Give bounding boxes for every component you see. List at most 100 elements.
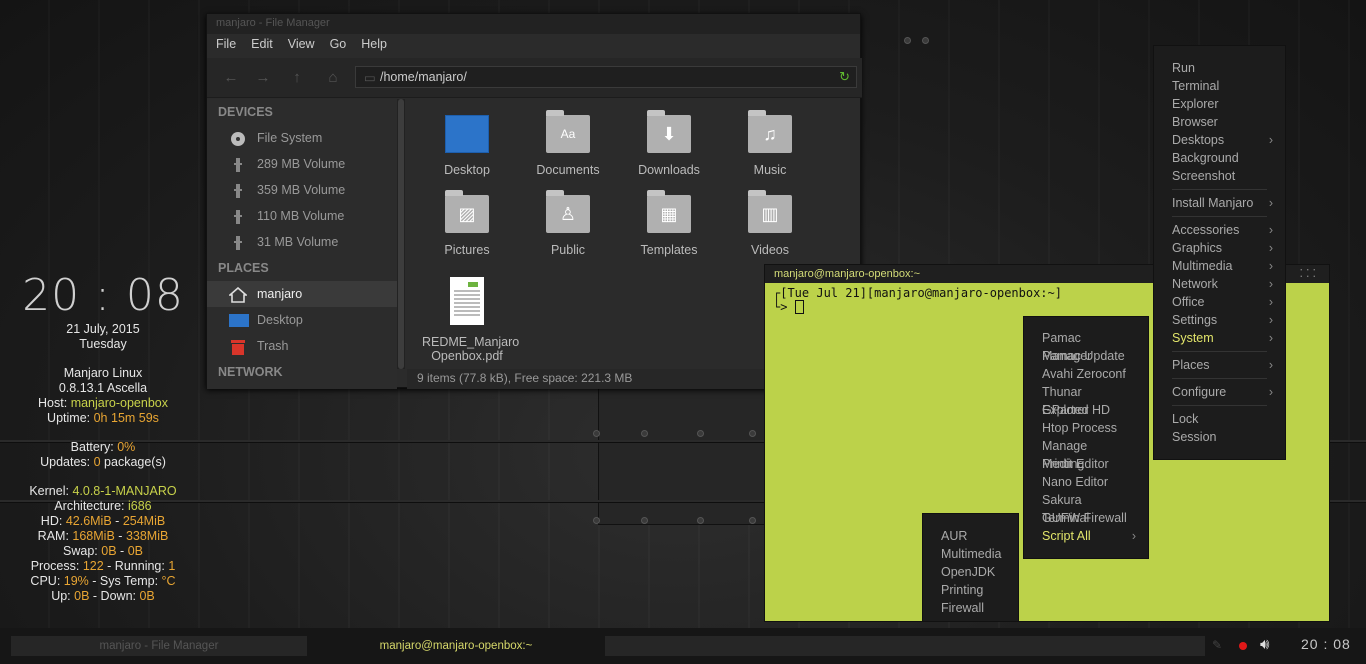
- conky-kernel: Kernel: 4.0.8-1-MANJARO: [29, 484, 177, 498]
- conky-updates: Updates: 0 package(s): [40, 455, 166, 469]
- location-bar[interactable]: ▭ /home/manjaro/ ↻: [355, 66, 857, 88]
- wall-bolt: [749, 517, 756, 524]
- file-item-downloads[interactable]: ⬇ Downloads: [624, 109, 714, 177]
- file-item-templates[interactable]: ▦ Templates: [624, 189, 714, 257]
- conky-monitor: 20 : 08 21 July, 2015 Tuesday Manjaro Li…: [0, 270, 206, 604]
- file-item-readme-pdf[interactable]: REDME_Manjaro Openbox.pdf: [422, 277, 519, 363]
- sidebar-item-volume-31[interactable]: 31 MB Volume: [207, 229, 397, 255]
- menu-item-pamac-manager[interactable]: Pamac Manager: [1024, 329, 1148, 363]
- menu-item-avahi-zeroconf[interactable]: Avahi Zeroconf: [1024, 365, 1148, 383]
- menu-item-network[interactable]: Network ›: [1154, 275, 1285, 293]
- menu-file[interactable]: File: [216, 37, 236, 53]
- sidebar: DEVICES File System 289 MB Volume 359 MB…: [207, 99, 397, 389]
- file-manager-window[interactable]: manjaro - File Manager File Edit View Go…: [206, 13, 862, 389]
- wall-bolt: [593, 517, 600, 524]
- menu-item-configure[interactable]: Configure ›: [1154, 383, 1285, 401]
- usb-icon: [229, 234, 247, 250]
- forward-arrow-icon[interactable]: →: [253, 68, 273, 88]
- menu-item-multimedia[interactable]: Multimedia ›: [1154, 257, 1285, 275]
- sidebar-item-volume-289[interactable]: 289 MB Volume: [207, 151, 397, 177]
- menu-item-firewall[interactable]: Firewall: [923, 599, 1018, 617]
- submenu-arrow-icon: ›: [1268, 223, 1273, 237]
- menubar: File Edit View Go Help: [207, 34, 860, 56]
- submenu-arrow-icon: ›: [1268, 241, 1273, 255]
- reload-icon[interactable]: ↻: [839, 69, 850, 85]
- file-item-music[interactable]: ♫ Music: [725, 109, 815, 177]
- menu-item-accessories[interactable]: Accessories ›: [1154, 221, 1285, 239]
- submenu-arrow-icon: ›: [1268, 331, 1273, 345]
- record-icon[interactable]: [1239, 642, 1247, 650]
- places-header: PLACES: [218, 261, 269, 275]
- menu-item-gufw-firewall[interactable]: GUFW Firewall: [1024, 509, 1148, 527]
- menu-go[interactable]: Go: [330, 37, 347, 53]
- menu-item-lock[interactable]: Lock: [1154, 410, 1285, 428]
- desktop-thumbnail-icon: [445, 115, 489, 153]
- wall-bolt: [697, 430, 704, 437]
- conky-battery: Battery: 0%: [70, 440, 136, 454]
- menu-view[interactable]: View: [288, 37, 315, 53]
- menu-item-openjdk[interactable]: OpenJDK: [923, 563, 1018, 581]
- taskbar-item-terminal[interactable]: manjaro@manjaro-openbox:~: [308, 636, 604, 656]
- up-arrow-icon[interactable]: ↑: [287, 68, 307, 88]
- menu-item-graphics[interactable]: Graphics ›: [1154, 239, 1285, 257]
- menu-item-system[interactable]: System ›: [1154, 329, 1285, 347]
- sidebar-item-desktop[interactable]: Desktop: [207, 307, 397, 333]
- menu-item-printing[interactable]: Printing: [923, 581, 1018, 599]
- menu-item-screenshot[interactable]: Screenshot: [1154, 167, 1285, 185]
- menu-item-terminal[interactable]: Terminal: [1154, 77, 1285, 95]
- menu-item-aur[interactable]: AUR: [923, 527, 1018, 545]
- menu-item-browser[interactable]: Browser: [1154, 113, 1285, 131]
- menu-item-session[interactable]: Session: [1154, 428, 1285, 446]
- menu-item-gparted-hd[interactable]: GParted HD: [1024, 401, 1148, 419]
- menu-item-sakura-terminal[interactable]: Sakura Terminal: [1024, 491, 1148, 525]
- conky-process: Process: 122 - Running: 1: [30, 559, 176, 573]
- file-item-desktop[interactable]: Desktop: [422, 109, 512, 177]
- usb-icon: [229, 182, 247, 198]
- sidebar-item-trash[interactable]: Trash: [207, 333, 397, 359]
- wall-bolt: [697, 517, 704, 524]
- sidebar-item-filesystem[interactable]: File System: [207, 125, 397, 151]
- menu-item-thunar-explorer[interactable]: Thunar Explorer: [1024, 383, 1148, 417]
- sidebar-scrollbar[interactable]: [397, 99, 405, 369]
- taskbar-clock[interactable]: 20 : 08: [1301, 636, 1351, 652]
- network-header: NETWORK: [218, 365, 283, 379]
- sidebar-item-volume-110[interactable]: 110 MB Volume: [207, 203, 397, 229]
- location-text: /home/manjaro/: [380, 70, 467, 84]
- pencil-icon[interactable]: ✎: [1212, 638, 1222, 652]
- file-item-videos[interactable]: ▥ Videos: [725, 189, 815, 257]
- menu-item-medit-editor[interactable]: Medit Editor: [1024, 455, 1148, 473]
- menu-separator: [1154, 185, 1285, 194]
- volume-icon[interactable]: 🔊︎: [1260, 636, 1269, 653]
- home-icon[interactable]: ⌂: [323, 68, 343, 88]
- menu-item-multimedia-script[interactable]: Multimedia: [923, 545, 1018, 563]
- menu-item-install-manjaro[interactable]: Install Manjaro ›: [1154, 194, 1285, 212]
- menu-item-manage-printing[interactable]: Manage Printing: [1024, 437, 1148, 471]
- file-item-documents[interactable]: Aa Documents: [523, 109, 613, 177]
- menu-item-desktops[interactable]: Desktops ›: [1154, 131, 1285, 149]
- menu-item-settings[interactable]: Settings ›: [1154, 311, 1285, 329]
- submenu-arrow-icon: ›: [1268, 196, 1273, 210]
- taskbar-item-file-manager[interactable]: manjaro - File Manager: [11, 636, 307, 656]
- menu-item-script-all[interactable]: Script All ›: [1024, 527, 1148, 545]
- menu-item-office[interactable]: Office ›: [1154, 293, 1285, 311]
- videos-folder-icon: ▥: [748, 190, 792, 233]
- menu-item-explorer[interactable]: Explorer: [1154, 95, 1285, 113]
- menu-edit[interactable]: Edit: [251, 37, 273, 53]
- file-item-pictures[interactable]: ▨ Pictures: [422, 189, 512, 257]
- menu-item-run[interactable]: Run: [1154, 59, 1285, 77]
- taskbar: manjaro - File Manager manjaro@manjaro-o…: [0, 628, 1366, 664]
- trash-icon: [229, 338, 247, 355]
- menu-item-nano-editor[interactable]: Nano Editor: [1024, 473, 1148, 491]
- menu-item-pamac-update[interactable]: Pamac Update: [1024, 347, 1148, 365]
- menu-item-htop-process[interactable]: Htop Process: [1024, 419, 1148, 437]
- menu-item-background[interactable]: Background: [1154, 149, 1285, 167]
- public-folder-icon: ♙: [546, 190, 590, 233]
- menu-item-places[interactable]: Places ›: [1154, 356, 1285, 374]
- menu-help[interactable]: Help: [361, 37, 387, 53]
- file-item-public[interactable]: ♙ Public: [523, 189, 613, 257]
- sidebar-item-home[interactable]: manjaro: [207, 281, 397, 307]
- sidebar-item-volume-359[interactable]: 359 MB Volume: [207, 177, 397, 203]
- window-titlebar[interactable]: manjaro - File Manager: [207, 14, 860, 34]
- window-controls-icon[interactable]: ⁚⁚⁚: [1300, 267, 1320, 280]
- back-arrow-icon[interactable]: ←: [221, 68, 241, 88]
